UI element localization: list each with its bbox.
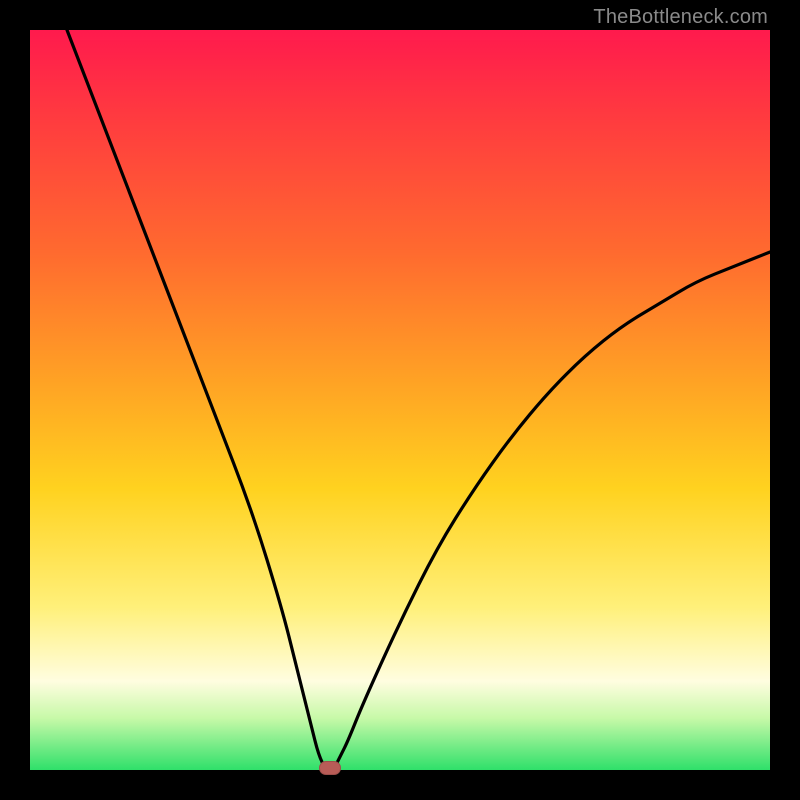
curve-path: [67, 30, 770, 770]
bottleneck-curve: [30, 30, 770, 770]
plot-area: [30, 30, 770, 770]
chart-frame: TheBottleneck.com: [0, 0, 800, 800]
optimal-point-marker: [319, 761, 341, 775]
watermark-text: TheBottleneck.com: [593, 6, 768, 29]
